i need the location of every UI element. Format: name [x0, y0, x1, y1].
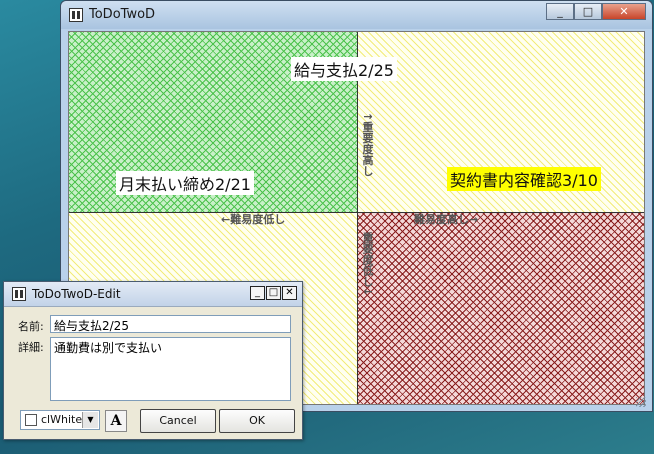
- edit-close-button[interactable]: ✕: [282, 286, 297, 300]
- main-title-bar[interactable]: ToDoTwoD _ □ ✕: [61, 1, 652, 29]
- font-button[interactable]: A: [105, 410, 127, 432]
- edit-maximize-button[interactable]: □: [266, 286, 281, 300]
- task-item[interactable]: 月末払い締め2/21: [116, 171, 254, 195]
- cancel-button[interactable]: Cancel: [140, 409, 216, 433]
- detail-label: 詳細:: [18, 341, 44, 354]
- name-label: 名前:: [18, 320, 44, 333]
- detail-textarea[interactable]: 通勤費は別で支払い: [50, 337, 291, 401]
- edit-minimize-button[interactable]: _: [250, 286, 265, 300]
- edit-app-icon: [12, 287, 26, 301]
- app-icon: [69, 8, 83, 22]
- vertical-axis-line: [357, 32, 358, 404]
- color-select[interactable]: clWhite ▼: [20, 410, 100, 430]
- ok-button[interactable]: OK: [219, 409, 295, 433]
- color-select-value: clWhite: [41, 413, 83, 426]
- edit-title-bar[interactable]: ToDoTwoD-Edit _ □ ✕: [4, 282, 302, 307]
- axis-difficulty-high: 難易度高し→: [414, 213, 479, 226]
- resize-grip[interactable]: [636, 397, 646, 407]
- axis-difficulty-low: ←難易度低し: [221, 213, 286, 226]
- edit-dialog: ToDoTwoD-Edit _ □ ✕ 名前: 給与支払2/25 詳細: 通勤費…: [3, 281, 303, 440]
- main-window-title: ToDoTwoD: [89, 7, 156, 22]
- horizontal-axis-line: [69, 212, 644, 213]
- name-input[interactable]: 給与支払2/25: [50, 315, 291, 333]
- axis-importance-low: 重要度低し↓: [361, 232, 374, 297]
- edit-caption-buttons: _ □ ✕: [250, 286, 297, 300]
- quadrant-unimportant-hard[interactable]: [357, 212, 644, 404]
- main-minimize-button[interactable]: _: [546, 3, 574, 20]
- main-close-button[interactable]: ✕: [602, 3, 646, 20]
- task-item[interactable]: 契約書内容確認3/10: [447, 167, 601, 191]
- chevron-down-icon[interactable]: ▼: [82, 412, 98, 428]
- task-item[interactable]: 給与支払2/25: [291, 57, 397, 81]
- main-maximize-button[interactable]: □: [574, 3, 602, 20]
- main-caption-buttons: _ □ ✕: [546, 3, 646, 20]
- axis-importance-high: ↑重要度高し: [361, 112, 374, 177]
- color-swatch: [25, 414, 37, 426]
- edit-dialog-title: ToDoTwoD-Edit: [32, 287, 121, 301]
